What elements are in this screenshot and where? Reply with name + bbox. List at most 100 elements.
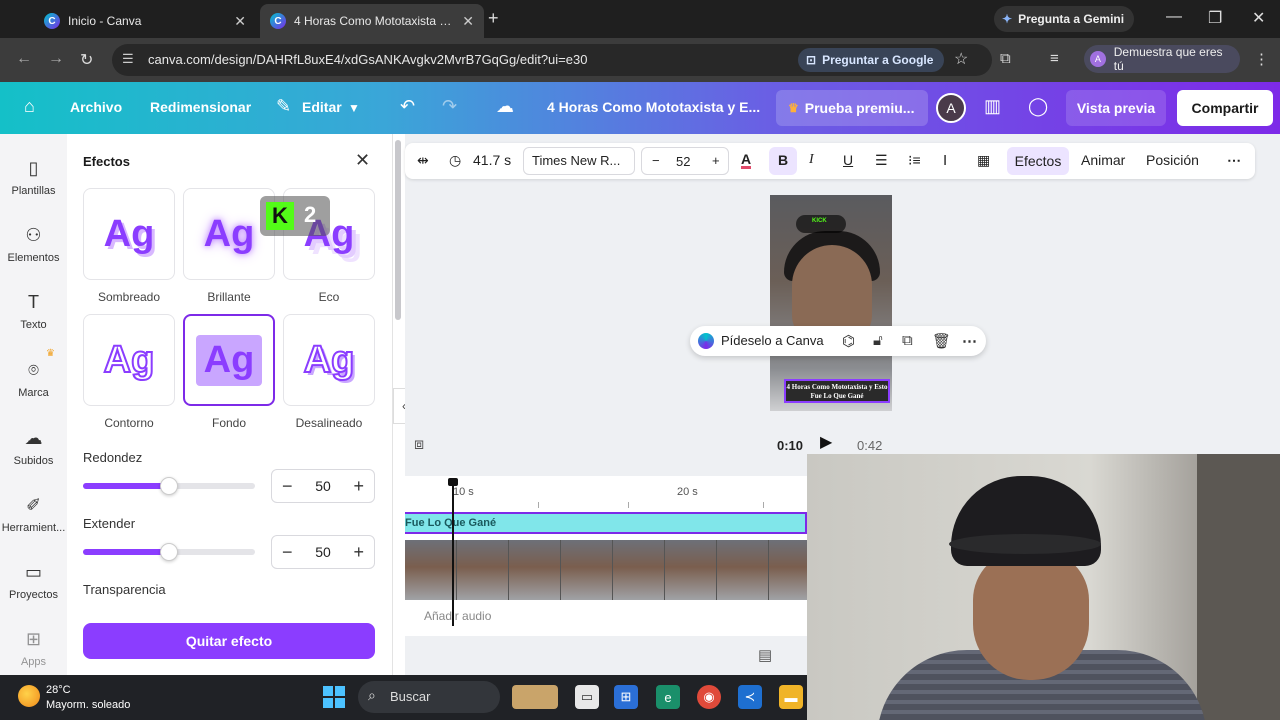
edge-icon[interactable]: e	[656, 685, 680, 709]
weather-desc[interactable]: Mayorm. soleado	[46, 699, 130, 711]
rail-item-elementos[interactable]: ⚇ Elementos	[0, 225, 67, 264]
trash-icon[interactable]: 🗑︎	[932, 332, 951, 350]
file-explorer-icon[interactable]: ▬	[779, 685, 803, 709]
panel-scrollbar[interactable]	[395, 140, 401, 320]
rail-item-proyectos[interactable]: ▭ Proyectos	[0, 562, 67, 601]
preview-button[interactable]: Vista previa	[1066, 90, 1166, 126]
redo-icon[interactable]: ↷	[442, 96, 457, 117]
new-tab-icon[interactable]: +	[488, 8, 499, 29]
close-tab-icon[interactable]: ✕	[234, 13, 246, 30]
caption-text[interactable]: 4 Horas Como Mototaxista y Esto Fue Lo Q…	[784, 379, 890, 403]
stepper-value[interactable]: 50	[315, 478, 331, 494]
transparency-icon[interactable]: ▦	[977, 152, 990, 169]
clock-icon[interactable]: ◷	[449, 152, 461, 169]
share-button[interactable]: Compartir	[1177, 90, 1273, 126]
close-tab-icon[interactable]: ✕	[462, 13, 474, 30]
duplicate-icon[interactable]: ⧉	[902, 332, 913, 349]
underline-icon[interactable]: U	[843, 152, 853, 168]
close-window-icon[interactable]: ✕	[1252, 8, 1265, 28]
text-clip[interactable]: Fue Lo Que Gané	[405, 512, 807, 534]
minus-icon[interactable]: −	[282, 542, 293, 563]
duration[interactable]: 41.7 s	[473, 152, 511, 168]
rail-item-subidos[interactable]: ☁ Subidos	[0, 428, 67, 467]
effect-desalineado[interactable]: Ag	[283, 314, 375, 406]
plus-icon[interactable]: +	[353, 476, 364, 497]
ask-google-button[interactable]: ⊡ Preguntar a Google	[798, 48, 944, 72]
vscode-icon[interactable]: ≺	[738, 685, 762, 709]
effect-contorno[interactable]: Ag	[83, 314, 175, 406]
font-selector[interactable]: Times New R...	[523, 147, 635, 175]
minimize-icon[interactable]: —	[1166, 8, 1182, 26]
comment-add-icon[interactable]: ⌬	[842, 332, 855, 350]
text-color-icon[interactable]: A	[741, 152, 752, 169]
browser-menu-icon[interactable]: ⋮	[1254, 50, 1269, 68]
rail-item-texto[interactable]: T Texto	[0, 292, 67, 331]
forward-icon[interactable]: →	[48, 50, 64, 68]
comment-icon[interactable]: ◯	[1028, 96, 1048, 117]
duplicate-page-icon[interactable]: ⧈	[414, 436, 424, 454]
reload-icon[interactable]: ↻	[80, 50, 93, 70]
play-icon[interactable]: ▶	[820, 432, 844, 456]
task-view-icon[interactable]: ▭	[575, 685, 599, 709]
font-size-value[interactable]: 52	[676, 154, 690, 169]
bold-icon[interactable]: B	[769, 147, 797, 175]
rail-item-apps[interactable]: ⊞ Apps	[0, 629, 67, 668]
effect-sombreado[interactable]: Ag	[83, 188, 175, 280]
store-icon[interactable]: ⊞	[614, 685, 638, 709]
grid-view-icon[interactable]: ▤	[758, 646, 772, 664]
extender-slider[interactable]	[83, 543, 255, 561]
omnibox[interactable]: ☰ canva.com/design/DAHRfL8uxE4/xdGsANKAv…	[112, 44, 992, 76]
slider-knob[interactable]	[160, 477, 178, 495]
editar-menu[interactable]: Editar	[302, 99, 342, 115]
split-icon[interactable]: ⇹	[417, 152, 429, 169]
minus-icon[interactable]: −	[652, 153, 660, 168]
gemini-button[interactable]: ✦ Pregunta a Gemini	[994, 6, 1134, 32]
tab-inicio-canva[interactable]: C Inicio - Canva ✕	[34, 4, 256, 38]
plus-icon[interactable]: +	[712, 153, 720, 168]
design-preview[interactable]: KICK 4 Horas Como Mototaxista y Esto Fue…	[770, 195, 892, 411]
list-icon[interactable]: ⁝≡	[908, 152, 921, 169]
lock-icon[interactable]: 🔓︎	[873, 332, 883, 349]
insights-icon[interactable]: ▥	[984, 96, 1001, 117]
extensions-icon[interactable]: ⧉	[1000, 50, 1011, 67]
user-avatar[interactable]: A	[936, 93, 966, 123]
document-title[interactable]: 4 Horas Como Mototaxista y E...	[547, 99, 760, 115]
weather-sun-icon[interactable]	[18, 685, 40, 707]
plus-icon[interactable]: +	[353, 542, 364, 563]
more-icon[interactable]: ⋯	[962, 332, 977, 350]
more-icon[interactable]: ⋯	[1227, 152, 1241, 169]
redimensionar-menu[interactable]: Redimensionar	[150, 99, 251, 115]
rail-item-marca[interactable]: ⌾ Marca	[0, 360, 67, 399]
chevron-down-icon[interactable]: ▼	[348, 101, 360, 115]
chrome-icon[interactable]: ◉	[697, 685, 721, 709]
url-text[interactable]: canva.com/design/DAHRfL8uxE4/xdGsANKAvgk…	[148, 52, 587, 67]
premium-trial-button[interactable]: ♛ Prueba premiu...	[776, 90, 928, 126]
rail-item-herramientas[interactable]: ✐ Herramient...	[0, 495, 67, 534]
video-clip[interactable]	[405, 540, 807, 600]
spacing-icon[interactable]: Ⅰ	[943, 152, 947, 169]
archivo-menu[interactable]: Archivo	[70, 99, 122, 115]
tab-design[interactable]: C 4 Horas Como Mototaxista y Esto Fue Lo…	[260, 4, 484, 38]
ask-canva-button[interactable]: Pídeselo a Canva	[721, 333, 824, 348]
widgets-icon[interactable]	[512, 685, 558, 709]
windows-start-icon[interactable]	[323, 686, 345, 708]
home-icon[interactable]: ⌂	[24, 96, 35, 117]
minus-icon[interactable]: −	[282, 476, 293, 497]
slider-knob[interactable]	[160, 543, 178, 561]
playhead[interactable]	[452, 480, 454, 626]
animate-button[interactable]: Animar	[1081, 152, 1125, 168]
stepper-value[interactable]: 50	[315, 544, 331, 560]
site-info-icon[interactable]: ☰	[122, 51, 134, 67]
close-icon[interactable]: ✕	[355, 150, 370, 171]
italic-icon[interactable]: I	[809, 152, 814, 168]
remove-effect-button[interactable]: Quitar efecto	[83, 623, 375, 659]
maximize-icon[interactable]: ❐	[1208, 8, 1222, 28]
back-icon[interactable]: ←	[16, 50, 32, 68]
profile-button[interactable]: A Demuestra que eres tú	[1084, 45, 1240, 73]
add-audio-track[interactable]: Añadir audio	[405, 606, 807, 628]
reading-list-icon[interactable]: ≡	[1050, 50, 1059, 67]
weather-temp[interactable]: 28°C	[46, 684, 71, 696]
undo-icon[interactable]: ↶	[400, 96, 415, 117]
align-center-icon[interactable]: ☰	[875, 152, 888, 169]
effects-button[interactable]: Efectos	[1007, 147, 1069, 175]
